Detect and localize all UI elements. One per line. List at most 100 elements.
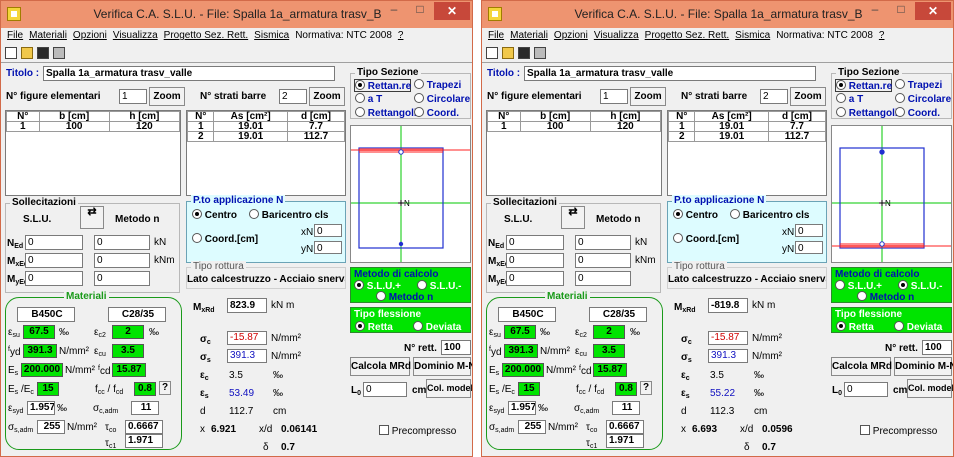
- titolo-input[interactable]: Spalla 1a_armatura trasv_valle: [524, 66, 816, 81]
- ec2-value[interactable]: 2: [593, 325, 625, 339]
- save-disk-icon[interactable]: [518, 47, 530, 59]
- save-disk-icon[interactable]: [37, 47, 49, 59]
- zoom-figure-button[interactable]: Zoom: [630, 87, 666, 106]
- xn-input[interactable]: 0: [795, 224, 823, 237]
- radio-metodo-n[interactable]: Metodo n: [857, 291, 914, 303]
- zoom-bars-button[interactable]: Zoom: [790, 87, 826, 106]
- menu-opzioni[interactable]: Opzioni: [554, 30, 588, 41]
- fyd-value[interactable]: 391.3: [23, 344, 57, 358]
- radio-coord[interactable]: Coord.: [895, 107, 940, 119]
- precompresso-checkbox[interactable]: Precompresso: [860, 425, 937, 437]
- precompresso-checkbox[interactable]: Precompresso: [379, 425, 456, 437]
- mxrd-value[interactable]: 823.9: [227, 298, 267, 313]
- title-bar[interactable]: Verifica C.A. S.L.U. - File: Spalla 1a_a…: [1, 1, 472, 28]
- figure-table[interactable]: N° b [cm] h [cm] 1 100 120: [486, 110, 662, 196]
- table-cell[interactable]: 112.7: [286, 131, 346, 142]
- table-cell[interactable]: 120: [108, 121, 181, 132]
- sc-adm-value[interactable]: 11: [612, 401, 640, 415]
- myed-input[interactable]: 0: [506, 271, 564, 286]
- n-rett-input[interactable]: 100: [441, 340, 471, 355]
- concrete-class-select[interactable]: C28/35: [589, 307, 647, 322]
- help-button[interactable]: ?: [640, 381, 652, 395]
- l0-input[interactable]: 0: [844, 382, 888, 397]
- radio-rettanre[interactable]: Rettan.re: [354, 79, 411, 92]
- menu-normativa[interactable]: Normativa: NTC 2008: [295, 30, 392, 41]
- radio-circolare[interactable]: Circolare: [414, 93, 470, 105]
- menu-help[interactable]: ?: [879, 30, 885, 41]
- menu-file[interactable]: File: [488, 30, 504, 41]
- dominio-button[interactable]: Dominio M-N: [413, 357, 472, 376]
- open-folder-icon[interactable]: [502, 47, 514, 59]
- radio-rettanre[interactable]: Rettan.re: [835, 79, 892, 92]
- n-figure-input[interactable]: 1: [119, 89, 147, 104]
- table-cell[interactable]: 2: [667, 131, 696, 142]
- table-cell[interactable]: 7.7: [767, 121, 827, 132]
- yn-input[interactable]: 0: [795, 241, 823, 254]
- sc-adm-value[interactable]: 11: [131, 401, 159, 415]
- radio-retta[interactable]: Retta: [836, 321, 874, 333]
- verifica-window-slu-minus[interactable]: Verifica C.A. S.L.U. - File: Spalla 1a_a…: [481, 0, 954, 457]
- ec2-value[interactable]: 2: [112, 325, 144, 339]
- verifica-window-slu-plus[interactable]: Verifica C.A. S.L.U. - File: Spalla 1a_a…: [0, 0, 473, 457]
- menu-help[interactable]: ?: [398, 30, 404, 41]
- figure-table[interactable]: N° b [cm] h [cm] 1 100 120: [5, 110, 181, 196]
- mxrd-value[interactable]: -819.8: [708, 298, 748, 313]
- menu-materiali[interactable]: Materiali: [29, 30, 67, 41]
- calcola-mrd-button[interactable]: Calcola MRd: [831, 357, 892, 376]
- myed-c1-input[interactable]: 0: [575, 271, 631, 286]
- table-cell[interactable]: 1: [667, 121, 696, 132]
- mxed-input[interactable]: 0: [25, 253, 83, 268]
- menu-sismica[interactable]: Sismica: [735, 30, 770, 41]
- yn-input[interactable]: 0: [314, 241, 342, 254]
- table-cell[interactable]: 2: [186, 131, 215, 142]
- radio-circolare[interactable]: Circolare: [895, 93, 951, 105]
- n-strati-input[interactable]: 2: [760, 89, 788, 104]
- radio-retta[interactable]: Retta: [355, 321, 393, 333]
- titolo-input[interactable]: Spalla 1a_armatura trasv_valle: [43, 66, 335, 81]
- print-icon[interactable]: [53, 47, 65, 59]
- radio-coord[interactable]: Coord.: [414, 107, 459, 119]
- tco-value[interactable]: 0.6667: [606, 420, 644, 434]
- zoom-bars-button[interactable]: Zoom: [309, 87, 345, 106]
- minimize-button[interactable]: –: [862, 2, 888, 20]
- mxed-c1-input[interactable]: 0: [575, 253, 631, 268]
- sigma-c-value[interactable]: -15.87: [708, 331, 748, 345]
- bars-table[interactable]: N° As [cm²] d [cm] 1 19.01 7.7 2 19.01 112.7: [186, 110, 346, 196]
- fcd-value[interactable]: 15.87: [593, 363, 627, 377]
- section-preview[interactable]: N: [831, 125, 952, 263]
- table-cell[interactable]: 19.01: [694, 121, 769, 132]
- col-modello-button[interactable]: Col. modello: [907, 379, 953, 398]
- radio-baricentro[interactable]: Baricentro cls: [730, 209, 809, 221]
- table-cell[interactable]: 100: [519, 121, 591, 132]
- ss-adm-value[interactable]: 255: [37, 420, 65, 434]
- fyd-value[interactable]: 391.3: [504, 344, 538, 358]
- radio-trapezi[interactable]: Trapezi: [414, 79, 461, 91]
- open-folder-icon[interactable]: [21, 47, 33, 59]
- minimize-button[interactable]: –: [381, 2, 407, 20]
- ned-input[interactable]: 0: [506, 235, 564, 250]
- swap-arrows-button[interactable]: ⇄: [80, 206, 104, 229]
- myed-c1-input[interactable]: 0: [94, 271, 150, 286]
- n-rett-input[interactable]: 100: [922, 340, 952, 355]
- dominio-button[interactable]: Dominio M-N: [894, 357, 953, 376]
- myed-input[interactable]: 0: [25, 271, 83, 286]
- section-preview[interactable]: N: [350, 125, 471, 263]
- n-strati-input[interactable]: 2: [279, 89, 307, 104]
- menu-sismica[interactable]: Sismica: [254, 30, 289, 41]
- concrete-class-select[interactable]: C28/35: [108, 307, 166, 322]
- ned-c1-input[interactable]: 0: [94, 235, 150, 250]
- xn-input[interactable]: 0: [314, 224, 342, 237]
- fcc-fcd-value[interactable]: 0.8: [615, 382, 637, 396]
- table-cell[interactable]: 1: [186, 121, 215, 132]
- ned-input[interactable]: 0: [25, 235, 83, 250]
- fcc-fcd-value[interactable]: 0.8: [134, 382, 156, 396]
- mxed-c1-input[interactable]: 0: [94, 253, 150, 268]
- menu-opzioni[interactable]: Opzioni: [73, 30, 107, 41]
- table-cell[interactable]: 112.7: [767, 131, 827, 142]
- es-value[interactable]: 200.000: [21, 363, 63, 377]
- table-cell[interactable]: 120: [589, 121, 662, 132]
- menu-progetto[interactable]: Progetto Sez. Rett.: [645, 30, 730, 41]
- sigma-c-value[interactable]: -15.87: [227, 331, 267, 345]
- maximize-button[interactable]: □: [407, 2, 433, 20]
- radio-centro[interactable]: Centro: [192, 209, 237, 221]
